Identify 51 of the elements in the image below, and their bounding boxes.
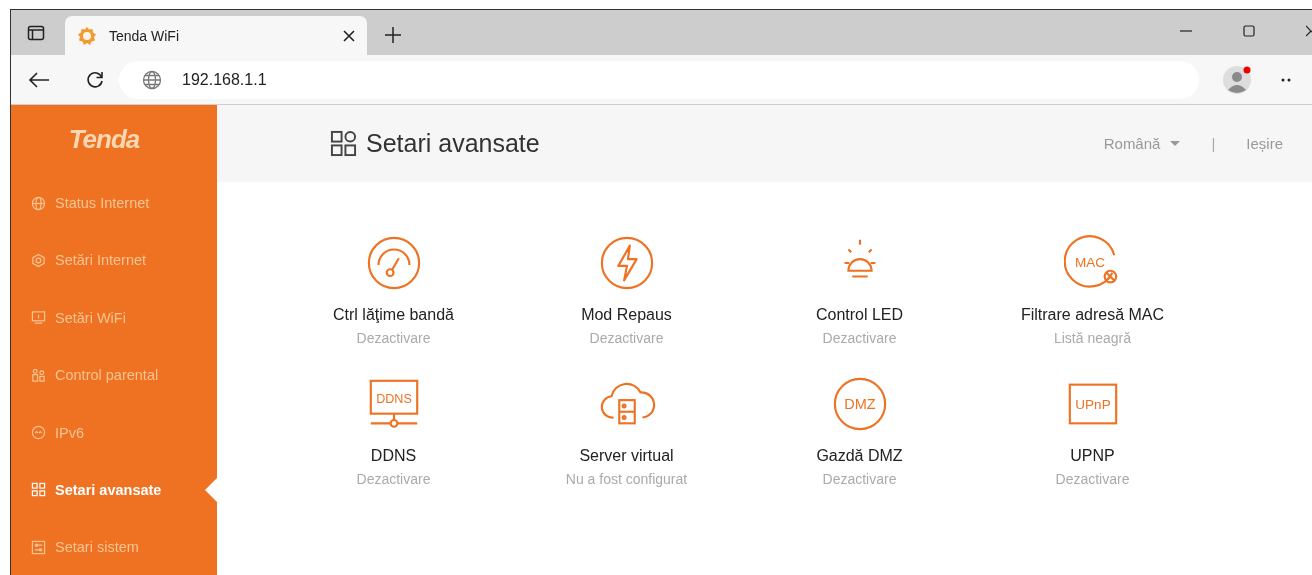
feature-tile[interactable]: Control LED Dezactivare (743, 234, 976, 346)
feature-status: Nu a fost configurat (565, 471, 688, 487)
tab-panel-icon[interactable] (27, 24, 45, 42)
feature-title: Filtrare adresă MAC (1020, 306, 1165, 324)
url-text: 192.168.1.1 (182, 70, 267, 89)
feature-title: Server virtual (579, 447, 674, 465)
sliders-icon (31, 539, 46, 555)
globe-icon (31, 195, 46, 211)
feature-status: Dezactivare (356, 471, 431, 487)
separator-text: | (1211, 135, 1216, 152)
globe-icon (142, 69, 162, 90)
logo: Tenda (67, 123, 141, 157)
grid-icon (31, 482, 46, 498)
feature-title: Mod Repaus (581, 306, 672, 324)
refresh-icon[interactable] (85, 69, 105, 90)
more-icon[interactable] (1281, 77, 1291, 82)
caret-icon (1170, 141, 1181, 146)
back-icon[interactable] (28, 70, 50, 89)
feature-tile[interactable]: DDNS DDNS Dezactivare (277, 375, 510, 487)
feature-title: Control LED (815, 306, 904, 324)
feature-tile[interactable]: DMZ Gazdă DMZ Dezactivare (743, 375, 976, 487)
feature-title: Gazdă DMZ (816, 447, 903, 465)
window-close-icon[interactable] (1306, 25, 1312, 37)
tab-title: Tenda WiFi (109, 27, 181, 44)
active-pointer-icon (205, 478, 217, 503)
browser-tab[interactable]: Tenda WiFi (65, 16, 367, 55)
feature-tile[interactable]: Server virtual Nu a fost configurat (510, 375, 743, 487)
feature-tile[interactable]: MAC Filtrare adresă MAC Listă neagră (976, 234, 1209, 346)
profile-avatar-icon[interactable] (1222, 64, 1252, 95)
favicon-icon (77, 25, 97, 46)
feature-tile[interactable]: UPnP UPNP Dezactivare (976, 375, 1209, 487)
grid-icon (330, 130, 357, 157)
feature-tile[interactable]: Mod Repaus Dezactivare (510, 234, 743, 346)
feature-status: Dezactivare (822, 471, 897, 487)
monitor-icon (31, 310, 46, 326)
page-title: Setari avansate (366, 129, 540, 158)
feature-status: Dezactivare (356, 330, 431, 346)
close-icon[interactable] (343, 29, 355, 42)
address-bar[interactable]: 192.168.1.1 (119, 60, 1199, 99)
feature-tile[interactable]: Ctrl lăţime bandă Dezactivare (277, 234, 510, 346)
feature-title: Ctrl lăţime bandă (333, 306, 454, 324)
new-tab-icon[interactable] (384, 26, 402, 44)
maximize-icon[interactable] (1243, 25, 1255, 37)
people-icon (31, 367, 46, 383)
feature-status: Listă neagră (1053, 330, 1132, 346)
feature-status: Dezactivare (589, 330, 664, 346)
feature-title: DDNS (370, 447, 417, 465)
feature-title: UPNP (1070, 447, 1115, 465)
feature-status: Dezactivare (822, 330, 897, 346)
hexagon-icon (31, 252, 46, 268)
feature-status: Dezactivare (1055, 471, 1130, 487)
